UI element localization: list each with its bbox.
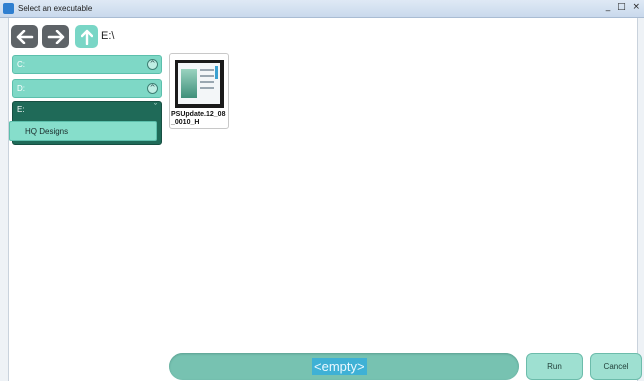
- selection-field[interactable]: <empty>: [169, 353, 519, 380]
- window-title: Select an executable: [18, 4, 93, 13]
- drive-e-label: E:: [17, 105, 25, 114]
- arrow-up-icon: [80, 29, 93, 45]
- app-icon: [3, 3, 14, 14]
- arrow-right-icon: [47, 29, 64, 44]
- selection-value: <empty>: [312, 358, 367, 375]
- executable-thumbnail-icon: [175, 60, 224, 108]
- forward-button[interactable]: [42, 25, 69, 48]
- title-bar: Select an executable _ □ ×: [0, 0, 644, 18]
- drive-c[interactable]: C: ^: [12, 55, 162, 74]
- folder-item-hq-designs[interactable]: HQ Designs: [9, 121, 157, 141]
- file-name: PSUpdate.12_08_0010_H: [171, 111, 226, 126]
- arrow-left-icon: [16, 29, 33, 44]
- cancel-button[interactable]: Cancel: [590, 353, 642, 380]
- minimize-button[interactable]: _: [606, 2, 613, 12]
- file-tile[interactable]: PSUpdate.12_08_0010_H: [169, 53, 229, 129]
- up-button[interactable]: [75, 25, 98, 48]
- window-controls: _ □ ×: [606, 2, 642, 12]
- collapse-icon[interactable]: ˇ: [154, 102, 157, 112]
- close-button[interactable]: ×: [632, 2, 642, 12]
- run-button[interactable]: Run: [526, 353, 583, 380]
- maximize-button[interactable]: □: [617, 2, 628, 12]
- folder-label: HQ Designs: [25, 127, 69, 136]
- drive-d-label: D:: [17, 84, 25, 93]
- current-path: E:\: [101, 30, 115, 42]
- expand-icon[interactable]: ^: [147, 59, 158, 70]
- window-frame-right: [637, 18, 644, 381]
- expand-icon[interactable]: ^: [147, 83, 158, 94]
- drive-d[interactable]: D: ^: [12, 79, 162, 98]
- drive-c-label: C:: [17, 60, 25, 69]
- back-button[interactable]: [11, 25, 38, 48]
- window-frame-left: [0, 18, 9, 381]
